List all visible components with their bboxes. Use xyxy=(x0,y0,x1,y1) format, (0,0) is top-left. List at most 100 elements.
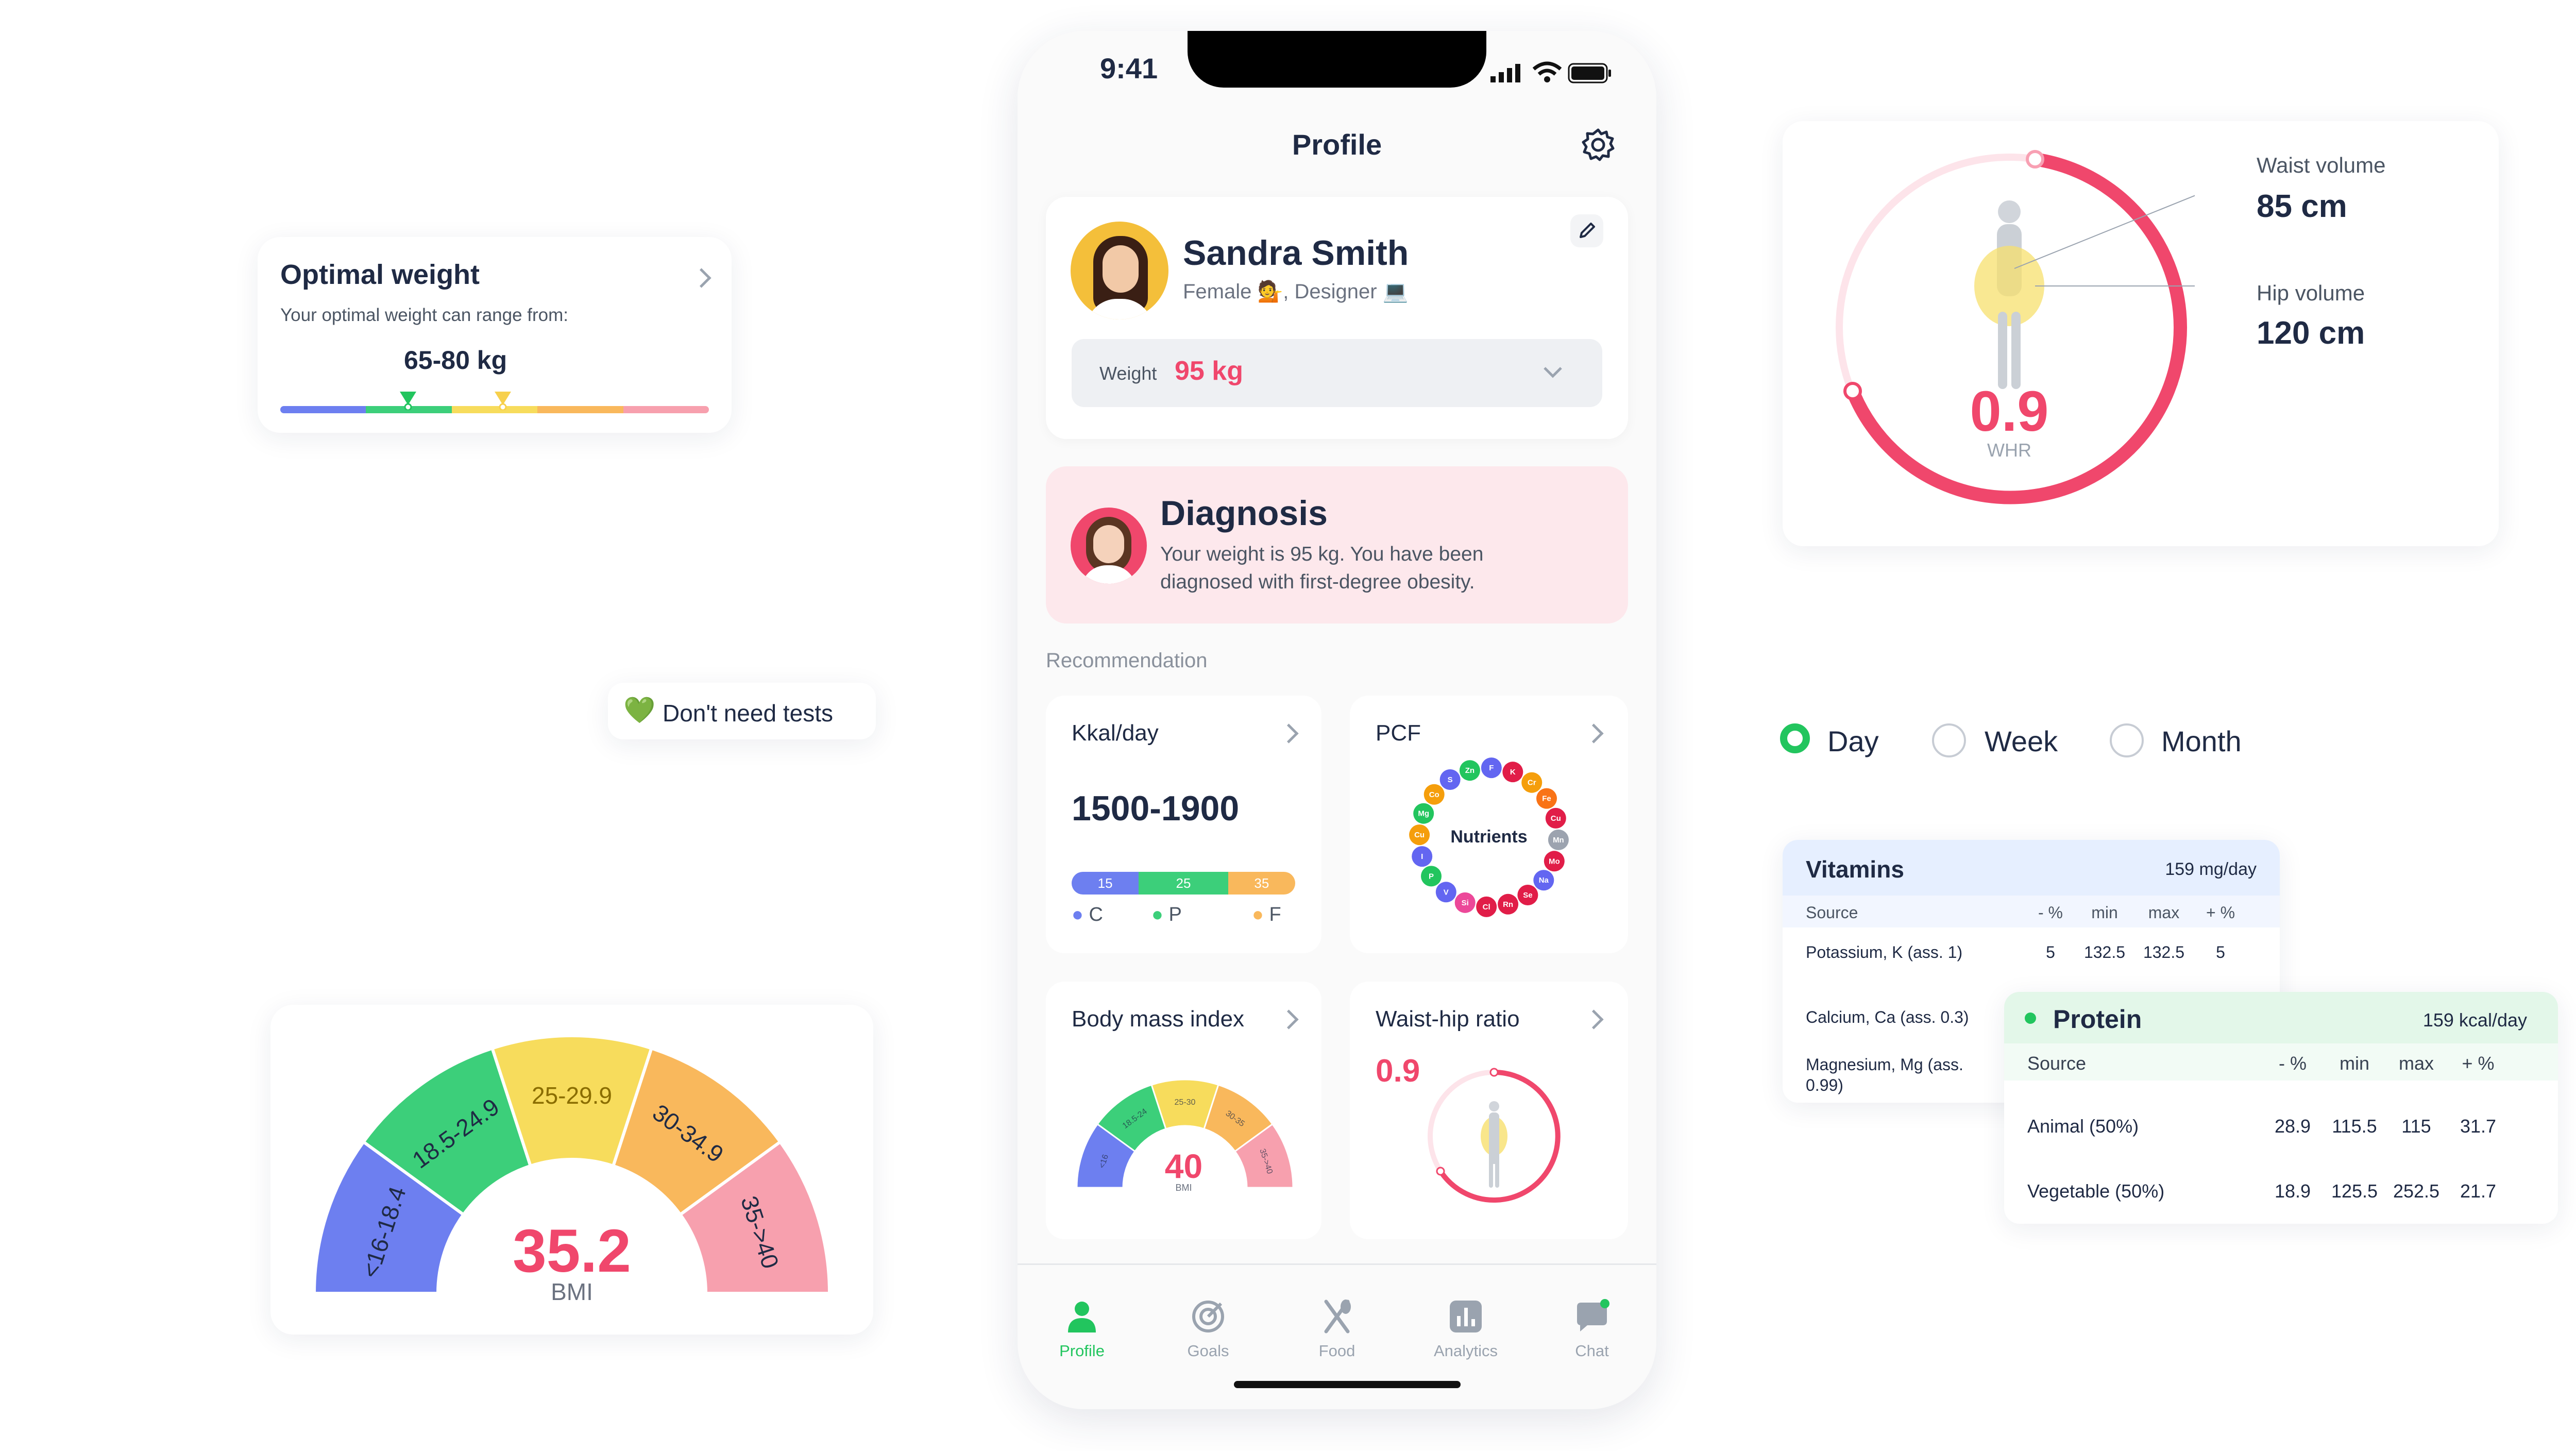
cell: 21.7 xyxy=(2460,1180,2497,1202)
nutrient-label: Na xyxy=(1539,876,1549,885)
col-header: - % xyxy=(2279,1053,2307,1074)
nutrient-label: V xyxy=(1444,888,1449,897)
radio-label: Week xyxy=(1985,725,2058,757)
edit-pencil-icon[interactable] xyxy=(1570,214,1603,247)
weight-label: Weight xyxy=(1099,363,1157,384)
chevron-right-icon xyxy=(1584,1009,1604,1030)
tab-goals[interactable]: Goals xyxy=(1144,1298,1273,1360)
optimal-weight-subtitle: Your optimal weight can range from: xyxy=(280,305,569,325)
cell: 28.9 xyxy=(2274,1116,2311,1137)
nutrient-label: Rn xyxy=(1503,900,1513,909)
pcf-card[interactable]: PCF K Cr Fe Cu Mn Mo Na Se Rn Cl Si V P I Cu Mg Co S Zn F N… xyxy=(1350,696,1628,953)
macro-legend-fat: ● F xyxy=(1252,904,1281,925)
profile-name: Sandra Smith xyxy=(1183,233,1409,273)
cell: 132.5 xyxy=(2143,943,2185,961)
nutrient-label: Fe xyxy=(1542,795,1551,803)
cell: 5 xyxy=(2046,943,2055,961)
range-marker-high-icon xyxy=(495,392,511,410)
cell-source: Magnesium, Mg (ass. 0.99) xyxy=(1806,1055,1963,1094)
profile-card[interactable]: Sandra Smith Female 💁, Designer 💻 Weight… xyxy=(1046,197,1628,439)
person-icon xyxy=(1068,1302,1096,1332)
radio-selected-icon xyxy=(1780,723,1810,753)
kcal-card[interactable]: Kkal/day 1500-1900 15 25 35 ● C ● P ● F xyxy=(1046,696,1321,953)
status-dot-icon xyxy=(2025,1013,2036,1024)
cell: 125.5 xyxy=(2331,1180,2378,1202)
chevron-right-icon xyxy=(1584,723,1604,744)
macro-bar-carbs: 15 xyxy=(1072,872,1139,895)
whr-card-title: Waist-hip ratio xyxy=(1376,1006,1520,1032)
nutrient-label: F xyxy=(1489,764,1494,772)
nutrient-label: Si xyxy=(1462,899,1469,907)
radio-unselected-icon xyxy=(1932,723,1966,757)
tab-profile[interactable]: Profile xyxy=(1018,1298,1146,1360)
gear-icon[interactable] xyxy=(1580,127,1616,163)
col-header: + % xyxy=(2206,903,2235,922)
whr-ring xyxy=(1836,150,2195,504)
vitamins-total: 159 mg/day xyxy=(2165,859,2257,879)
weight-dropdown[interactable]: Weight 95 kg xyxy=(1072,339,1602,407)
protein-total: 159 kcal/day xyxy=(2422,1009,2527,1031)
optimal-weight-card[interactable]: Optimal weight Your optimal weight can r… xyxy=(258,237,732,433)
battery-icon xyxy=(1568,63,1611,83)
col-header: max xyxy=(2398,1053,2434,1074)
tab-bar-divider xyxy=(1018,1263,1656,1265)
phone-frame: 9:41 Profile Sandra Smith Female 💁, Desi… xyxy=(1018,31,1656,1409)
weight-value: 95 kg xyxy=(1175,356,1243,386)
optimal-weight-title: Optimal weight xyxy=(280,259,480,290)
hip-label: Hip volume xyxy=(2257,281,2365,305)
nutrient-label: Co xyxy=(1429,790,1439,799)
chevron-down-icon xyxy=(1544,367,1562,378)
diagnosis-text: Your weight is 95 kg. You have been diag… xyxy=(1160,543,1484,593)
tab-chat[interactable]: Chat xyxy=(1528,1298,1656,1360)
profile-meta: Female 💁, Designer 💻 xyxy=(1183,280,1409,303)
signal-icon xyxy=(1490,64,1520,82)
waist-value: 85 cm xyxy=(2257,189,2347,224)
nutrient-label: Cl xyxy=(1483,903,1490,912)
cell: 18.9 xyxy=(2274,1180,2311,1202)
whr-card[interactable]: Waist-hip ratio 0.9 xyxy=(1350,982,1628,1239)
chevron-right-icon[interactable] xyxy=(691,268,711,288)
tab-label: Chat xyxy=(1575,1342,1609,1360)
tab-label: Goals xyxy=(1187,1342,1229,1360)
diagnosis-card: Diagnosis Your weight is 95 kg. You have… xyxy=(1046,466,1628,623)
kcal-title: Kkal/day xyxy=(1072,720,1159,746)
tab-food[interactable]: Food xyxy=(1273,1298,1401,1360)
whr-panel: 0.9 WHR Waist volume 85 cm Hip volume 12… xyxy=(1783,121,2499,546)
period-radio-month[interactable]: Month xyxy=(2110,721,2306,766)
period-radio-day[interactable]: Day xyxy=(1780,721,1924,766)
chevron-right-icon xyxy=(1279,1009,1299,1030)
tests-badge: 💚 Don't need tests xyxy=(608,683,876,739)
protein-col-headers: Source - % min max + % xyxy=(2004,1043,2558,1081)
avatar xyxy=(1071,222,1168,319)
cell: 132.5 xyxy=(2083,943,2126,961)
bar-chart-icon xyxy=(1450,1301,1482,1332)
target-icon xyxy=(1192,1301,1224,1332)
protein-table: Protein 159 kcal/day Source - % min max … xyxy=(2004,992,2558,1224)
waist-label: Waist volume xyxy=(2257,153,2386,177)
period-radio-week[interactable]: Week xyxy=(1932,721,2097,766)
vitamins-title: Vitamins xyxy=(1806,856,1904,883)
cell-source: Potassium, K (ass. 1) xyxy=(1806,943,1963,961)
optimal-weight-range: 65-80 kg xyxy=(404,346,507,375)
scale-segment xyxy=(623,406,709,413)
tab-analytics[interactable]: Analytics xyxy=(1401,1298,1530,1360)
diagnosis-title: Diagnosis xyxy=(1160,494,1328,533)
whr-card-value: 0.9 xyxy=(1376,1053,1420,1089)
col-header: min xyxy=(2339,1053,2369,1074)
hip-value: 120 cm xyxy=(2257,315,2365,351)
bmi-card[interactable]: Body mass index <16 18.5-24 25-30 30-35 35->… xyxy=(1046,982,1321,1239)
bmi-card-unit: BMI xyxy=(1175,1183,1192,1193)
page-title: Profile xyxy=(1292,128,1382,161)
whr-ratio: 0.9 xyxy=(1970,380,2049,443)
cell: 252.5 xyxy=(2393,1180,2440,1202)
col-header: max xyxy=(2148,903,2180,922)
bmi-card-value: 40 xyxy=(1164,1147,1203,1185)
col-header: Source xyxy=(1806,903,1858,922)
col-header: Source xyxy=(2027,1053,2087,1074)
col-header: - % xyxy=(2038,903,2063,922)
macro-bar-fat: 35 xyxy=(1228,872,1295,895)
cell-source: Vegetable (50%) xyxy=(2027,1180,2165,1202)
cell: 5 xyxy=(2216,943,2225,961)
notch xyxy=(1188,31,1486,88)
macro-bar: 15 25 35 xyxy=(1072,872,1295,895)
